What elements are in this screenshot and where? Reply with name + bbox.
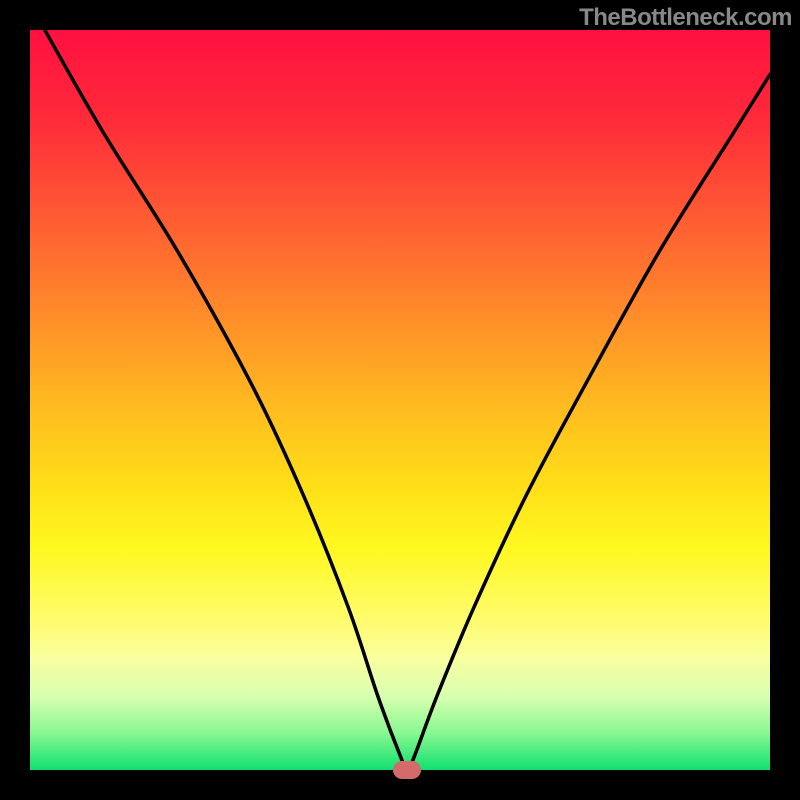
bottleneck-curve	[30, 30, 770, 770]
chart-wrapper: TheBottleneck.com	[0, 0, 800, 800]
watermark-text: TheBottleneck.com	[579, 4, 792, 32]
plot-area	[30, 30, 770, 770]
optimal-point-marker	[393, 761, 421, 779]
